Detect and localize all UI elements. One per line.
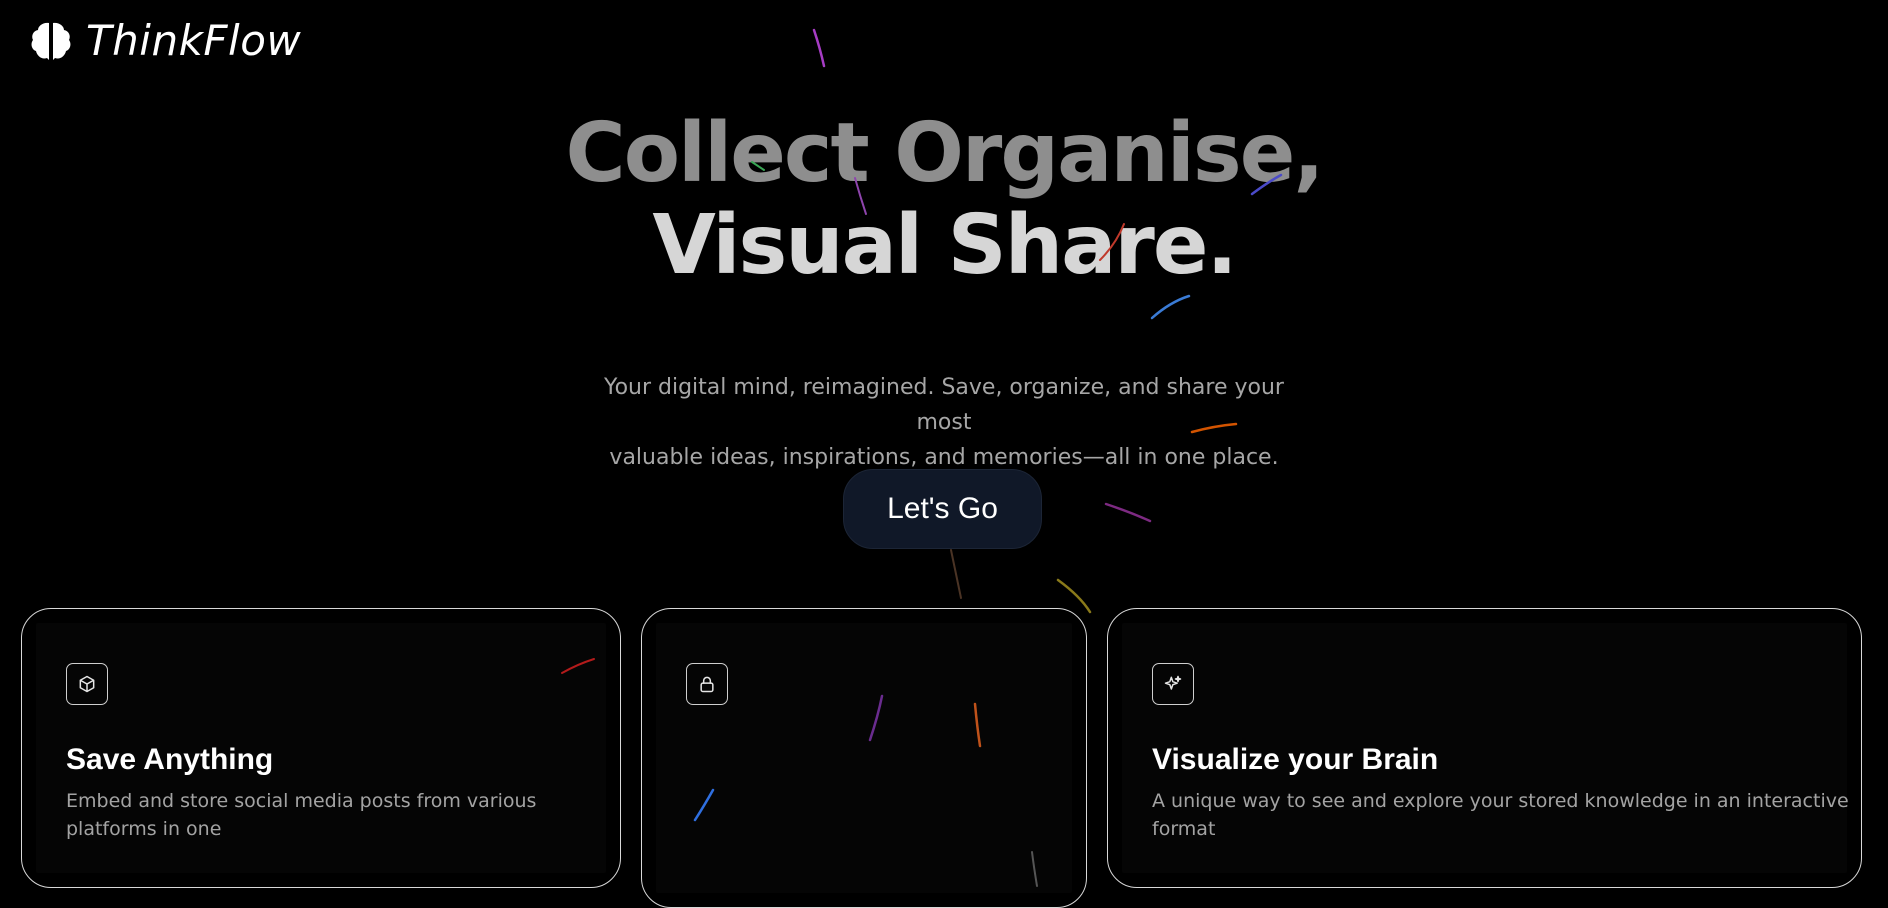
feature-card-body [656, 623, 1072, 893]
lock-icon [686, 663, 728, 705]
meteor-streak [812, 28, 826, 68]
hero-headline-line1: Collect Organise, [565, 106, 1325, 201]
feature-card-title: Save Anything [66, 743, 274, 776]
hero-subtitle-line1: Your digital mind, reimagined. Save, org… [604, 375, 1284, 435]
brand-name[interactable]: ThinkFlow [86, 16, 301, 65]
hero-section: Collect Organise, Visual Share. [0, 108, 1888, 292]
feature-card-description-line1: Embed and store social media posts from … [66, 790, 537, 812]
feature-card-description: A unique way to see and explore your sto… [1152, 787, 1852, 843]
meteor-streak [1056, 578, 1092, 614]
meteor-streak [1104, 502, 1152, 523]
brain-icon [31, 22, 71, 60]
feature-card-description-line1: A unique way to see and explore your sto… [1152, 790, 1849, 812]
hero-headline-line2: Visual Share. [652, 198, 1237, 293]
feature-card-description: Embed and store social media posts from … [66, 787, 606, 843]
site-header: ThinkFlow [28, 16, 301, 65]
cube-icon [66, 663, 108, 705]
sparkles-icon [1152, 663, 1194, 705]
feature-card-title: Visualize your Brain [1152, 743, 1439, 776]
meteor-streak [1150, 294, 1191, 320]
lets-go-button[interactable]: Let's Go [843, 469, 1042, 549]
feature-card-body: Save Anything Embed and store social med… [36, 623, 606, 873]
meteor-streak [950, 549, 962, 599]
feature-card-secure [641, 608, 1087, 908]
feature-card-description-line2: format [1152, 818, 1216, 840]
feature-card-save-anything: Save Anything Embed and store social med… [21, 608, 621, 888]
feature-card-description-line2: platforms in one [66, 818, 222, 840]
feature-card-body: Visualize your Brain A unique way to see… [1122, 623, 1849, 873]
hero-subtitle: Your digital mind, reimagined. Save, org… [594, 370, 1294, 475]
feature-card-visualize-brain: Visualize your Brain A unique way to see… [1107, 608, 1862, 888]
